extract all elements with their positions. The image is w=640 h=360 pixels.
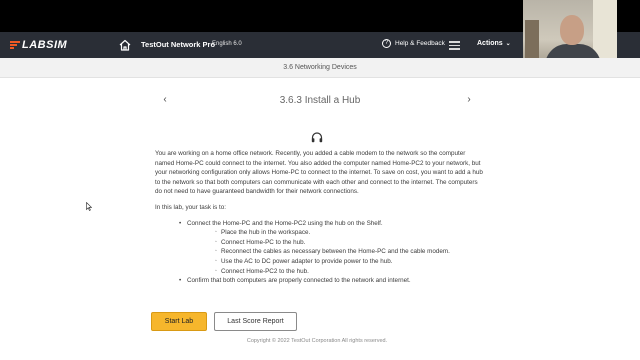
mouse-cursor-icon (86, 202, 92, 211)
subtask-list: Place the hub in the workspace. Connect … (215, 228, 485, 276)
chevron-right-icon[interactable]: › (464, 94, 474, 106)
logo-text: LABSIM (22, 39, 68, 51)
task-item-text: Connect the Home-PC and the Home-PC2 usi… (187, 219, 383, 227)
page-title: 3.6.3 Install a Hub (279, 95, 361, 106)
actions-label: Actions (477, 40, 503, 47)
copyright-text: Copyright © 2022 TestOut Corporation All… (246, 338, 388, 344)
task-lead-text: In this lab, your task is to: (155, 203, 227, 211)
task-item: Connect the Home-PC and the Home-PC2 usi… (179, 219, 485, 277)
lab-instructions: You are working on a home office network… (155, 149, 485, 286)
task-item-text: Confirm that both computers are properly… (187, 277, 411, 285)
labsim-logo[interactable]: LABSIM (10, 38, 67, 52)
chevron-down-icon: ⌄ (505, 41, 511, 47)
task-list: Connect the Home-PC and the Home-PC2 usi… (179, 219, 485, 286)
subtask-item: Connect Home-PC to the hub. (215, 238, 485, 248)
start-lab-button[interactable]: Start Lab (151, 312, 207, 331)
section-title: 3.6 Networking Devices (283, 64, 357, 71)
product-name: TestOut Network Pro (141, 40, 216, 49)
scenario-text: You are working on a home office network… (155, 150, 483, 196)
subtask-item: Reconnect the cables as necessary betwee… (215, 247, 485, 257)
logo-mark-icon (10, 41, 20, 49)
help-icon: ? (382, 39, 391, 48)
headphones-icon[interactable] (311, 132, 323, 143)
last-score-report-button[interactable]: Last Score Report (214, 312, 297, 331)
subtask-item: Connect Home-PC2 to the hub. (215, 267, 485, 277)
chevron-left-icon[interactable]: ‹ (160, 94, 170, 106)
webcam-overlay (523, 0, 617, 66)
language-version: English 6.0 (212, 41, 242, 47)
section-breadcrumb: 3.6 Networking Devices (0, 58, 640, 78)
actions-menu-button[interactable]: Actions ⌄ (477, 40, 511, 47)
help-label: Help & Feedback (395, 40, 445, 47)
task-item: Confirm that both computers are properly… (179, 276, 485, 286)
subtask-item: Place the hub in the workspace. (215, 228, 485, 238)
menu-icon[interactable] (449, 40, 460, 50)
subtask-item: Use the AC to DC power adapter to provid… (215, 257, 485, 267)
help-feedback-button[interactable]: ? Help & Feedback (382, 39, 445, 48)
home-icon[interactable] (118, 38, 132, 52)
